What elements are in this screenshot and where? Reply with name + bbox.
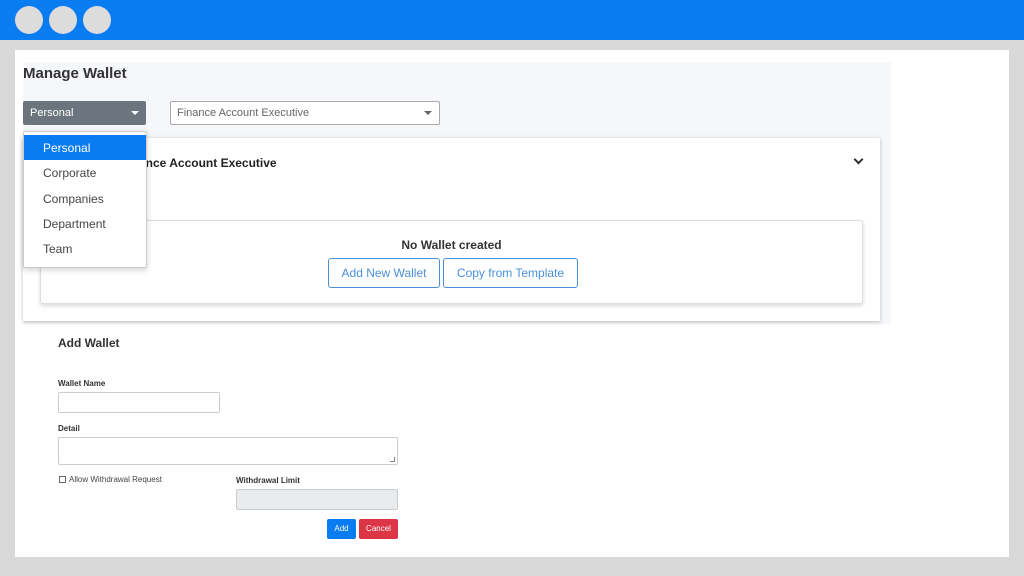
window-close-dot[interactable] [15,6,43,34]
window-minimize-dot[interactable] [49,6,77,34]
detail-label: Detail [58,424,80,433]
dropdown-item-department[interactable]: Department [24,211,146,236]
wallet-type-select[interactable]: Personal [23,101,146,125]
wallet-name-input[interactable] [58,392,220,413]
detail-textarea[interactable] [58,437,398,465]
chevron-down-icon[interactable] [853,154,864,165]
wallet-empty-state: No Wallet created Add New Wallet Copy fr… [40,220,863,304]
allow-withdrawal-checkbox[interactable] [59,476,66,483]
account-card: Finance Account Executive No Wallet crea… [23,138,880,321]
wallet-type-dropdown-menu: Personal Corporate Companies Department … [23,131,147,268]
dropdown-item-corporate[interactable]: Corporate [24,160,146,185]
page-title: Manage Wallet [23,65,127,82]
add-button[interactable]: Add [327,519,356,539]
manage-wallet-panel: Manage Wallet Personal Finance Account E… [23,62,891,324]
dropdown-item-personal[interactable]: Personal [24,135,146,160]
page-content: Manage Wallet Personal Finance Account E… [15,50,1009,557]
caret-down-icon [131,111,139,115]
dropdown-item-team[interactable]: Team [24,236,146,261]
dropdown-item-companies[interactable]: Companies [24,186,146,211]
no-wallet-text: No Wallet created [401,238,502,252]
withdrawal-limit-label: Withdrawal Limit [236,476,300,485]
copy-from-template-button[interactable]: Copy from Template [443,258,578,288]
resize-handle-icon[interactable] [390,457,395,462]
withdrawal-limit-input [236,489,398,510]
role-select-value: Finance Account Executive [177,107,310,119]
role-select[interactable]: Finance Account Executive [170,101,440,125]
cancel-button[interactable]: Cancel [359,519,398,539]
add-wallet-title: Add Wallet [58,336,120,350]
add-new-wallet-button[interactable]: Add New Wallet [328,258,440,288]
window-titlebar [0,0,1024,40]
wallet-type-select-value: Personal [30,107,74,119]
window-maximize-dot[interactable] [83,6,111,34]
caret-down-icon [424,111,432,115]
allow-withdrawal-label: Allow Withdrawal Request [69,475,162,484]
wallet-name-label: Wallet Name [58,379,106,388]
